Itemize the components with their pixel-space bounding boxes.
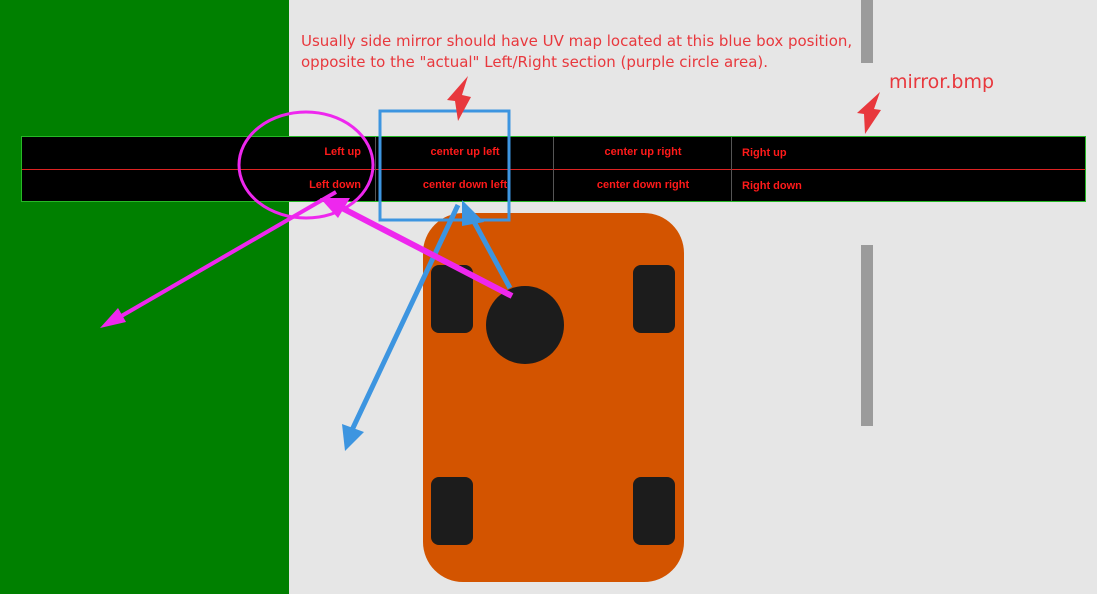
driver-camera-position xyxy=(486,286,564,364)
wheel-rear-left xyxy=(431,477,473,545)
wheel-front-right xyxy=(633,265,675,333)
purple-arrow-down-line xyxy=(116,190,338,320)
blue-box-highlight xyxy=(378,109,511,222)
red-pointer-to-blue-box xyxy=(447,76,471,121)
annotation-overlay xyxy=(100,76,881,582)
purple-arrow-down-head xyxy=(100,308,126,328)
purple-circle-highlight xyxy=(237,110,375,220)
red-pointer-to-strip xyxy=(857,92,881,134)
wheel-rear-right xyxy=(633,477,675,545)
blue-arrow-down-head xyxy=(342,424,364,451)
diagram-canvas: Usually side mirror should have UV map l… xyxy=(0,0,1097,594)
